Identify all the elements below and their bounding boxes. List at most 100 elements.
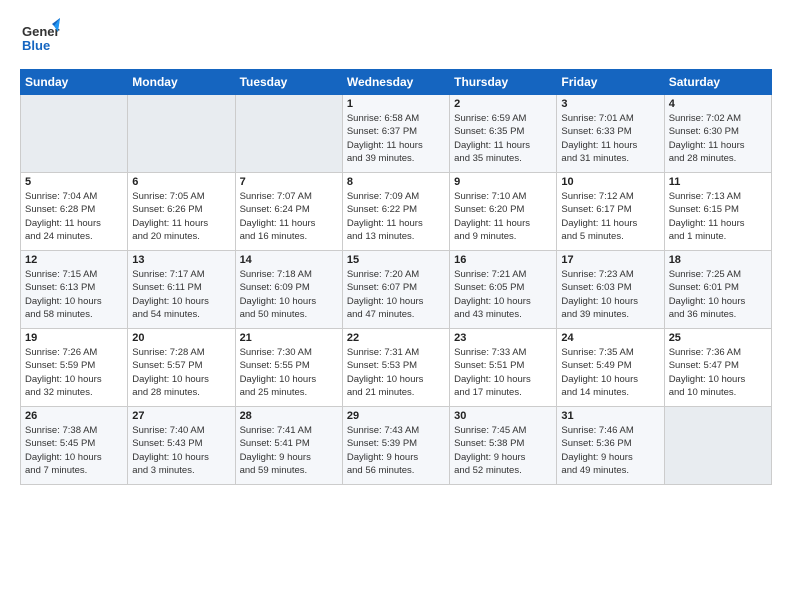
- day-info: Sunrise: 7:26 AM Sunset: 5:59 PM Dayligh…: [25, 346, 123, 399]
- day-number: 16: [454, 254, 552, 266]
- day-number: 24: [561, 332, 659, 344]
- day-info: Sunrise: 7:45 AM Sunset: 5:38 PM Dayligh…: [454, 424, 552, 477]
- day-info: Sunrise: 7:23 AM Sunset: 6:03 PM Dayligh…: [561, 268, 659, 321]
- logo-icon: General Blue: [20, 16, 60, 61]
- day-number: 18: [669, 254, 767, 266]
- calendar-cell: [128, 95, 235, 173]
- calendar-cell: [664, 407, 771, 485]
- calendar-cell: 25 Sunrise: 7:36 AM Sunset: 5:47 PM Dayli…: [664, 329, 771, 407]
- day-number: 5: [25, 176, 123, 188]
- calendar-cell: 11 Sunrise: 7:13 AM Sunset: 6:15 PM Dayli…: [664, 173, 771, 251]
- weekday-header-sunday: Sunday: [21, 70, 128, 95]
- day-number: 15: [347, 254, 445, 266]
- calendar-cell: 24 Sunrise: 7:35 AM Sunset: 5:49 PM Dayli…: [557, 329, 664, 407]
- day-number: 4: [669, 98, 767, 110]
- calendar-cell: 23 Sunrise: 7:33 AM Sunset: 5:51 PM Dayli…: [450, 329, 557, 407]
- day-info: Sunrise: 7:31 AM Sunset: 5:53 PM Dayligh…: [347, 346, 445, 399]
- day-info: Sunrise: 7:30 AM Sunset: 5:55 PM Dayligh…: [240, 346, 338, 399]
- calendar-cell: 16 Sunrise: 7:21 AM Sunset: 6:05 PM Dayli…: [450, 251, 557, 329]
- calendar-cell: 14Sunrise: 7:18 AM Sunset: 6:09 PM Dayli…: [235, 251, 342, 329]
- day-number: 3: [561, 98, 659, 110]
- weekday-header-friday: Friday: [557, 70, 664, 95]
- day-number: 9: [454, 176, 552, 188]
- calendar-cell: 19 Sunrise: 7:26 AM Sunset: 5:59 PM Dayli…: [21, 329, 128, 407]
- calendar-cell: 3 Sunrise: 7:01 AM Sunset: 6:33 PM Daylig…: [557, 95, 664, 173]
- calendar-week-5: 26 Sunrise: 7:38 AM Sunset: 5:45 PM Dayli…: [21, 407, 772, 485]
- day-info: Sunrise: 7:15 AM Sunset: 6:13 PM Dayligh…: [25, 268, 123, 321]
- day-info: Sunrise: 7:41 AM Sunset: 5:41 PM Dayligh…: [240, 424, 338, 477]
- calendar-week-3: 12 Sunrise: 7:15 AM Sunset: 6:13 PM Dayli…: [21, 251, 772, 329]
- day-info: Sunrise: 7:20 AM Sunset: 6:07 PM Dayligh…: [347, 268, 445, 321]
- day-info: Sunrise: 7:01 AM Sunset: 6:33 PM Dayligh…: [561, 112, 659, 165]
- day-number: 27: [132, 410, 230, 422]
- calendar-cell: 7Sunrise: 7:07 AM Sunset: 6:24 PM Daylig…: [235, 173, 342, 251]
- day-number: 8: [347, 176, 445, 188]
- day-number: 23: [454, 332, 552, 344]
- day-info: Sunrise: 7:10 AM Sunset: 6:20 PM Dayligh…: [454, 190, 552, 243]
- weekday-header-thursday: Thursday: [450, 70, 557, 95]
- day-info: Sunrise: 7:13 AM Sunset: 6:15 PM Dayligh…: [669, 190, 767, 243]
- calendar-cell: 30 Sunrise: 7:45 AM Sunset: 5:38 PM Dayli…: [450, 407, 557, 485]
- day-info: Sunrise: 7:43 AM Sunset: 5:39 PM Dayligh…: [347, 424, 445, 477]
- day-info: Sunrise: 7:35 AM Sunset: 5:49 PM Dayligh…: [561, 346, 659, 399]
- calendar-cell: 15 Sunrise: 7:20 AM Sunset: 6:07 PM Dayli…: [342, 251, 449, 329]
- calendar-cell: 27 Sunrise: 7:40 AM Sunset: 5:43 PM Dayli…: [128, 407, 235, 485]
- day-number: 13: [132, 254, 230, 266]
- header: General Blue: [20, 16, 772, 61]
- day-number: 20: [132, 332, 230, 344]
- day-number: 26: [25, 410, 123, 422]
- weekday-header-saturday: Saturday: [664, 70, 771, 95]
- day-number: 25: [669, 332, 767, 344]
- day-number: 2: [454, 98, 552, 110]
- day-info: Sunrise: 7:33 AM Sunset: 5:51 PM Dayligh…: [454, 346, 552, 399]
- weekday-header-row: SundayMondayTuesdayWednesdayThursdayFrid…: [21, 70, 772, 95]
- day-info: Sunrise: 7:21 AM Sunset: 6:05 PM Dayligh…: [454, 268, 552, 321]
- day-number: 29: [347, 410, 445, 422]
- calendar-cell: 20 Sunrise: 7:28 AM Sunset: 5:57 PM Dayli…: [128, 329, 235, 407]
- day-info: Sunrise: 7:25 AM Sunset: 6:01 PM Dayligh…: [669, 268, 767, 321]
- day-info: Sunrise: 7:12 AM Sunset: 6:17 PM Dayligh…: [561, 190, 659, 243]
- day-info: Sunrise: 7:28 AM Sunset: 5:57 PM Dayligh…: [132, 346, 230, 399]
- day-info: Sunrise: 7:02 AM Sunset: 6:30 PM Dayligh…: [669, 112, 767, 165]
- calendar-cell: 28 Sunrise: 7:41 AM Sunset: 5:41 PM Dayli…: [235, 407, 342, 485]
- day-info: Sunrise: 7:40 AM Sunset: 5:43 PM Dayligh…: [132, 424, 230, 477]
- calendar-cell: 18 Sunrise: 7:25 AM Sunset: 6:01 PM Dayli…: [664, 251, 771, 329]
- calendar-cell: 17Sunrise: 7:23 AM Sunset: 6:03 PM Dayli…: [557, 251, 664, 329]
- day-info: Sunrise: 6:59 AM Sunset: 6:35 PM Dayligh…: [454, 112, 552, 165]
- day-info: Sunrise: 6:58 AM Sunset: 6:37 PM Dayligh…: [347, 112, 445, 165]
- day-number: 30: [454, 410, 552, 422]
- day-number: 7: [240, 176, 338, 188]
- calendar-cell: [21, 95, 128, 173]
- calendar-cell: 31 Sunrise: 7:46 AM Sunset: 5:36 PM Dayli…: [557, 407, 664, 485]
- calendar-table: SundayMondayTuesdayWednesdayThursdayFrid…: [20, 69, 772, 485]
- calendar-cell: 21 Sunrise: 7:30 AM Sunset: 5:55 PM Dayli…: [235, 329, 342, 407]
- day-info: Sunrise: 7:36 AM Sunset: 5:47 PM Dayligh…: [669, 346, 767, 399]
- day-info: Sunrise: 7:17 AM Sunset: 6:11 PM Dayligh…: [132, 268, 230, 321]
- day-number: 19: [25, 332, 123, 344]
- calendar-cell: 26 Sunrise: 7:38 AM Sunset: 5:45 PM Dayli…: [21, 407, 128, 485]
- calendar-cell: 2 Sunrise: 6:59 AM Sunset: 6:35 PM Daylig…: [450, 95, 557, 173]
- calendar-cell: 22Sunrise: 7:31 AM Sunset: 5:53 PM Dayli…: [342, 329, 449, 407]
- page-container: General Blue SundayMondayTuesdayWednesda…: [0, 0, 792, 495]
- day-number: 1: [347, 98, 445, 110]
- day-number: 11: [669, 176, 767, 188]
- day-info: Sunrise: 7:04 AM Sunset: 6:28 PM Dayligh…: [25, 190, 123, 243]
- calendar-week-4: 19 Sunrise: 7:26 AM Sunset: 5:59 PM Dayli…: [21, 329, 772, 407]
- day-info: Sunrise: 7:38 AM Sunset: 5:45 PM Dayligh…: [25, 424, 123, 477]
- day-number: 14: [240, 254, 338, 266]
- svg-text:Blue: Blue: [22, 38, 50, 53]
- day-number: 28: [240, 410, 338, 422]
- day-info: Sunrise: 7:05 AM Sunset: 6:26 PM Dayligh…: [132, 190, 230, 243]
- calendar-cell: [235, 95, 342, 173]
- calendar-week-2: 5 Sunrise: 7:04 AM Sunset: 6:28 PM Daylig…: [21, 173, 772, 251]
- day-number: 21: [240, 332, 338, 344]
- calendar-cell: 5 Sunrise: 7:04 AM Sunset: 6:28 PM Daylig…: [21, 173, 128, 251]
- day-info: Sunrise: 7:09 AM Sunset: 6:22 PM Dayligh…: [347, 190, 445, 243]
- day-number: 12: [25, 254, 123, 266]
- day-number: 6: [132, 176, 230, 188]
- day-info: Sunrise: 7:46 AM Sunset: 5:36 PM Dayligh…: [561, 424, 659, 477]
- day-number: 31: [561, 410, 659, 422]
- calendar-cell: 4 Sunrise: 7:02 AM Sunset: 6:30 PM Daylig…: [664, 95, 771, 173]
- calendar-cell: 29 Sunrise: 7:43 AM Sunset: 5:39 PM Dayli…: [342, 407, 449, 485]
- weekday-header-wednesday: Wednesday: [342, 70, 449, 95]
